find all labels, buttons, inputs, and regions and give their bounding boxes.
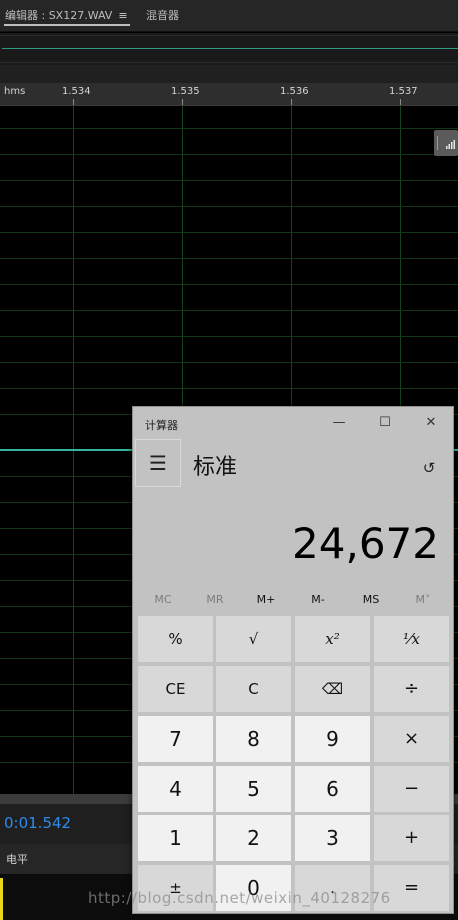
editor-tab-bar: 编辑器 : SX127.WAV ≡ 混音器 — [0, 0, 458, 32]
calculator-mode: 标准 — [193, 455, 238, 480]
backspace-button[interactable]: ⌫ — [295, 666, 370, 712]
digit-7-button[interactable]: 7 — [138, 716, 213, 762]
digit-4-button[interactable]: 4 — [138, 766, 213, 812]
current-time[interactable]: 0:01.542 — [4, 814, 71, 832]
level-panel-label[interactable]: 电平 — [6, 851, 28, 867]
ruler-tick: 1.534 — [62, 86, 91, 97]
grid-line — [0, 154, 458, 155]
tab-mixer[interactable]: 混音器 — [146, 7, 179, 23]
memory-clear-button[interactable]: MC — [137, 593, 189, 606]
overview-waveform — [2, 48, 458, 49]
waveform-overview[interactable] — [0, 33, 458, 65]
zoom-navigator[interactable] — [0, 65, 458, 83]
digit-5-button[interactable]: 5 — [216, 766, 291, 812]
calculator-title: 计算器 — [145, 419, 178, 432]
digit-8-button[interactable]: 8 — [216, 716, 291, 762]
subtract-button[interactable]: − — [374, 766, 449, 812]
ruler-tick: 1.536 — [280, 86, 309, 97]
percent-button[interactable]: % — [138, 616, 213, 662]
level-meter-icon[interactable] — [434, 130, 458, 156]
ruler-unit: hms — [4, 86, 26, 97]
memory-recall-button[interactable]: MR — [189, 593, 241, 606]
ruler-tick: 1.537 — [389, 86, 418, 97]
ruler-tick-mark — [182, 99, 183, 105]
watermark-text: http://blog.csdn.net/weixin_40128276 — [88, 889, 391, 907]
ruler-tick-mark — [73, 99, 74, 105]
hamburger-icon[interactable]: ☰ — [135, 439, 181, 487]
ruler-tick: 1.535 — [171, 86, 200, 97]
digit-6-button[interactable]: 6 — [295, 766, 370, 812]
grid-line — [0, 232, 458, 233]
calculator-window: 计算器 — ☐ ✕ ☰ 标准 ↺ 24,672 MC MR M+ M- MS M… — [132, 406, 454, 914]
reciprocal-button[interactable]: ¹⁄x — [374, 616, 449, 662]
tab-menu-icon[interactable]: ≡ — [118, 9, 127, 22]
square-button[interactable]: x² — [295, 616, 370, 662]
tab-editor-label: 编辑器 : SX127.WAV — [5, 9, 113, 22]
clear-button[interactable]: C — [216, 666, 291, 712]
add-button[interactable]: + — [374, 815, 449, 861]
history-icon[interactable]: ↺ — [420, 459, 438, 477]
memory-store-button[interactable]: MS — [345, 593, 397, 606]
memory-list-button[interactable]: M˅ — [397, 593, 449, 606]
grid-line — [0, 284, 458, 285]
memory-subtract-button[interactable]: M- — [292, 593, 344, 606]
digit-3-button[interactable]: 3 — [295, 815, 370, 861]
digit-2-button[interactable]: 2 — [216, 815, 291, 861]
multiply-button[interactable]: × — [374, 716, 449, 762]
digit-1-button[interactable]: 1 — [138, 815, 213, 861]
overview-selection — [0, 35, 458, 63]
tab-editor[interactable]: 编辑器 : SX127.WAV ≡ — [4, 7, 130, 26]
grid-line — [0, 258, 458, 259]
square-root-button[interactable]: √ — [216, 616, 291, 662]
grid-line — [0, 388, 458, 389]
calculator-display: 24,672 — [292, 519, 439, 568]
memory-row: MC MR M+ M- MS M˅ — [133, 589, 453, 613]
memory-add-button[interactable]: M+ — [240, 593, 292, 606]
grid-line — [0, 128, 458, 129]
level-meter-glyph — [437, 136, 455, 150]
clear-entry-button[interactable]: CE — [138, 666, 213, 712]
ruler-tick-mark — [400, 99, 401, 105]
grid-line — [0, 310, 458, 311]
grid-line — [0, 180, 458, 181]
grid-line — [0, 336, 458, 337]
maximize-icon[interactable]: ☐ — [375, 413, 395, 433]
ruler-tick-mark — [291, 99, 292, 105]
time-ruler[interactable]: hms 1.534 1.535 1.536 1.537 — [0, 83, 458, 106]
grid-line — [0, 362, 458, 363]
digit-9-button[interactable]: 9 — [295, 716, 370, 762]
minimize-icon[interactable]: — — [329, 413, 349, 433]
screen: 编辑器 : SX127.WAV ≡ 混音器 hms 1.534 1.535 1.5… — [0, 0, 458, 920]
divide-button[interactable]: ÷ — [374, 666, 449, 712]
level-indicator — [0, 878, 3, 920]
grid-line — [0, 206, 458, 207]
close-icon[interactable]: ✕ — [421, 413, 441, 433]
